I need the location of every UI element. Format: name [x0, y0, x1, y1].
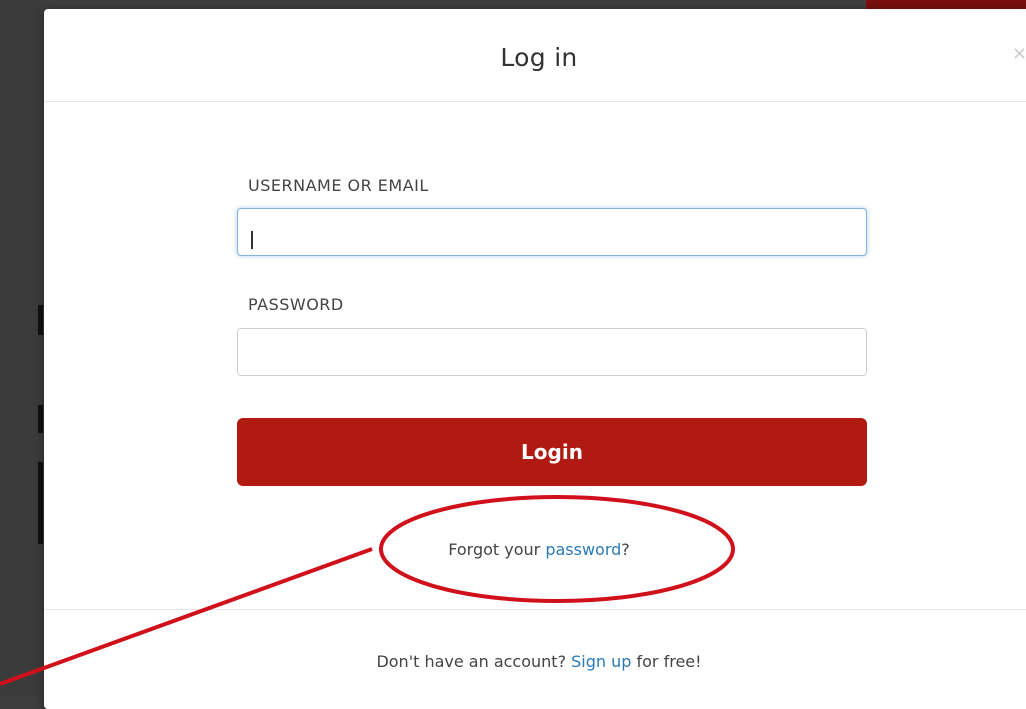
- username-label: USERNAME OR EMAIL: [248, 176, 429, 195]
- modal-header: Log in ×: [44, 9, 1026, 102]
- password-label: PASSWORD: [248, 295, 344, 314]
- username-input[interactable]: [237, 208, 867, 256]
- close-icon[interactable]: ×: [1012, 43, 1026, 64]
- signup-prefix: Don't have an account?: [376, 652, 572, 671]
- text-caret: [251, 231, 253, 249]
- forgot-prefix: Forgot your: [448, 540, 546, 559]
- signup-link[interactable]: Sign up: [571, 652, 631, 671]
- forgot-password-row: Forgot your password?: [44, 540, 1026, 559]
- password-input[interactable]: [237, 328, 867, 376]
- modal-footer: Don't have an account? Sign up for free!: [44, 609, 1026, 709]
- background-mark: [38, 462, 43, 544]
- forgot-password-link[interactable]: password: [545, 540, 621, 559]
- background-mark: [38, 305, 43, 335]
- background-mark: [38, 405, 43, 433]
- modal-title: Log in: [500, 43, 578, 72]
- signup-row: Don't have an account? Sign up for free!: [44, 652, 1026, 671]
- login-modal: Log in × USERNAME OR EMAIL PASSWORD Logi…: [44, 9, 1026, 709]
- signup-suffix: for free!: [631, 652, 702, 671]
- forgot-suffix: ?: [621, 540, 630, 559]
- background-left-strip: [0, 0, 40, 695]
- login-button[interactable]: Login: [237, 418, 867, 486]
